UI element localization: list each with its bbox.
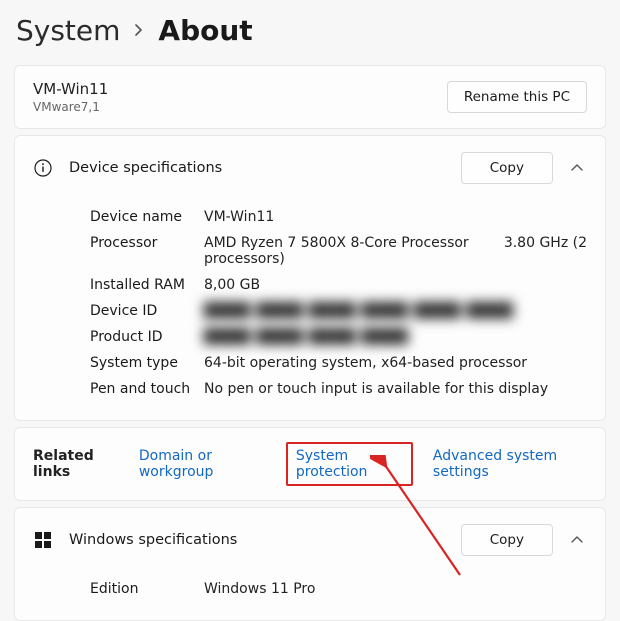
- spec-row-device-id: Device ID ████ ████ ████ ████ ████ ████: [90, 298, 587, 324]
- redacted-value: ████ ████ ████ ████: [204, 329, 587, 345]
- pc-name: VM-Win11: [33, 80, 108, 98]
- windows-specs-heading: Windows specifications: [69, 532, 445, 548]
- spec-row-device-name: Device name VM-Win11: [90, 204, 587, 230]
- copy-windows-specs-button[interactable]: Copy: [461, 524, 553, 556]
- chevron-right-icon: [134, 21, 144, 40]
- rename-pc-button[interactable]: Rename this PC: [447, 81, 587, 113]
- breadcrumb: System About: [0, 0, 620, 65]
- spec-row-product-id: Product ID ████ ████ ████ ████: [90, 324, 587, 350]
- windows-specs-card: Windows specifications Copy Edition Wind…: [14, 507, 606, 621]
- copy-device-specs-button[interactable]: Copy: [461, 152, 553, 184]
- collapse-device-specs-button[interactable]: [567, 157, 587, 179]
- pc-name-card: VM-Win11 VMware7,1 Rename this PC: [14, 65, 606, 129]
- link-advanced-settings[interactable]: Advanced system settings: [433, 448, 587, 480]
- breadcrumb-current: About: [158, 14, 252, 47]
- device-specs-body: Device name VM-Win11 Processor AMD Ryzen…: [15, 200, 605, 420]
- breadcrumb-parent[interactable]: System: [16, 14, 120, 47]
- pc-subtitle: VMware7,1: [33, 100, 108, 114]
- spec-row-system-type: System type 64-bit operating system, x64…: [90, 350, 587, 376]
- info-icon: [33, 159, 53, 177]
- redacted-value: ████ ████ ████ ████ ████ ████: [204, 303, 587, 319]
- spec-row-ram: Installed RAM 8,00 GB: [90, 272, 587, 298]
- spec-row-pen-touch: Pen and touch No pen or touch input is a…: [90, 376, 587, 402]
- related-links-bar: Related links Domain or workgroup System…: [14, 427, 606, 501]
- link-domain-workgroup[interactable]: Domain or workgroup: [139, 448, 266, 480]
- device-specs-card: Device specifications Copy Device name V…: [14, 135, 606, 421]
- device-specs-heading: Device specifications: [69, 160, 445, 176]
- spec-row-processor: Processor AMD Ryzen 7 5800X 8-Core Proce…: [90, 230, 587, 272]
- link-system-protection[interactable]: System protection: [296, 448, 368, 480]
- highlight-system-protection: System protection: [286, 442, 413, 486]
- spec-row-edition: Edition Windows 11 Pro: [90, 576, 587, 602]
- windows-tiles-icon: [33, 531, 53, 549]
- collapse-windows-specs-button[interactable]: [567, 529, 587, 551]
- related-links-label: Related links: [33, 448, 119, 480]
- windows-specs-body: Edition Windows 11 Pro: [15, 572, 605, 620]
